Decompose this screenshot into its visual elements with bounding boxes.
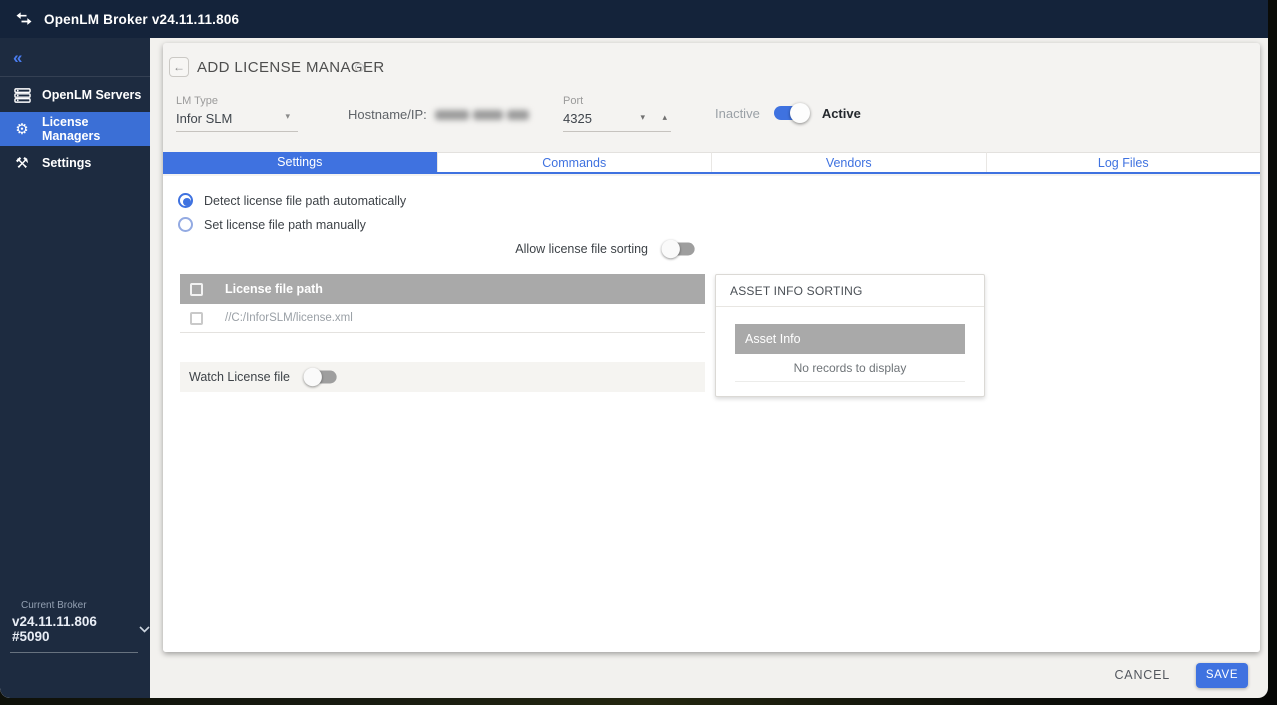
port-field[interactable]: Port 4325 ▾ ▴ — [563, 95, 671, 126]
lm-type-label: LM Type — [176, 95, 296, 107]
allow-sorting-row: Allow license file sorting — [163, 239, 710, 259]
chevron-down-icon[interactable] — [139, 620, 150, 638]
port-label: Port — [563, 95, 671, 107]
asset-info-header: Asset Info — [735, 324, 965, 354]
asset-info-sorting-panel: ASSET INFO SORTING Asset Info No records… — [715, 274, 985, 397]
lm-type-underline — [176, 131, 298, 132]
license-path-column-header: License file path — [225, 282, 323, 296]
port-value: 4325 — [563, 111, 671, 126]
topbar: OpenLM Broker v24.11.11.806 — [0, 0, 1268, 38]
watch-license-label: Watch License file — [189, 370, 290, 384]
add-license-manager-card: ← ADD LICENSE MANAGER LM Type Infor SLM … — [163, 43, 1260, 652]
status-toggle-group: Inactive Active — [715, 103, 861, 123]
port-increment-icon[interactable]: ▴ — [662, 112, 667, 123]
license-table-header: License file path — [180, 274, 705, 304]
dropdown-arrow-icon[interactable]: ▾ — [285, 111, 290, 122]
hostname-label: Hostname/IP: — [348, 107, 427, 122]
footer-actions: CANCEL SAVE — [150, 652, 1268, 698]
toggle-knob — [304, 368, 322, 386]
tab-settings[interactable]: Settings — [163, 152, 437, 172]
table-row[interactable]: //C:/InforSLM/license.xml — [180, 304, 705, 333]
radio-label: Set license file path manually — [204, 218, 366, 232]
license-file-path: //C:/InforSLM/license.xml — [225, 312, 353, 324]
select-all-checkbox[interactable] — [190, 283, 203, 296]
tab-log-files[interactable]: Log Files — [986, 152, 1261, 172]
current-broker-label: Current Broker — [21, 600, 150, 611]
card-header: ← ADD LICENSE MANAGER LM Type Infor SLM … — [163, 43, 1260, 152]
app-window: OpenLM Broker v24.11.11.806 « OpenLM — [0, 0, 1268, 698]
asset-panel-title: ASSET INFO SORTING — [716, 275, 984, 306]
lm-type-field[interactable]: LM Type Infor SLM ▾ — [176, 95, 296, 126]
asset-info-column-header: Asset Info — [745, 332, 801, 346]
asset-info-empty-message: No records to display — [735, 354, 965, 382]
license-file-table: License file path //C:/InforSLM/license.… — [180, 274, 705, 333]
sidebar-item-label: OpenLM Servers — [42, 88, 141, 102]
port-decrement-icon[interactable]: ▾ — [640, 112, 645, 123]
sidebar-collapse-icon[interactable]: « — [13, 48, 22, 68]
save-button[interactable]: SAVE — [1196, 663, 1248, 688]
sidebar-divider — [0, 76, 150, 77]
desktop-wallpaper: OpenLM Broker v24.11.11.806 « OpenLM — [0, 0, 1277, 705]
tab-vendors[interactable]: Vendors — [711, 152, 986, 172]
radio-set-manually[interactable]: Set license file path manually — [178, 217, 366, 232]
toggle-knob — [790, 103, 810, 123]
port-underline — [563, 131, 671, 132]
watch-license-toggle[interactable] — [305, 368, 336, 386]
broker-underline — [10, 652, 138, 653]
radio-detect-automatically[interactable]: Detect license file path automatically — [178, 193, 406, 208]
sidebar: « OpenLM Servers ⚙ Li — [0, 38, 150, 698]
openlm-logo-icon — [14, 9, 34, 29]
hostname-value-redacted — [435, 110, 529, 120]
toggle-knob — [662, 240, 680, 258]
sidebar-item-label: Settings — [42, 156, 91, 170]
allow-sorting-label: Allow license file sorting — [515, 242, 648, 256]
radio-label: Detect license file path automatically — [204, 194, 406, 208]
active-toggle[interactable] — [774, 103, 808, 123]
watch-license-row: Watch License file — [180, 362, 705, 392]
radio-unchecked-icon[interactable] — [178, 217, 193, 232]
cancel-button[interactable]: CANCEL — [1114, 668, 1170, 682]
allow-sorting-toggle[interactable] — [663, 240, 694, 258]
active-label: Active — [822, 106, 861, 121]
settings-tab-content: Detect license file path automatically S… — [163, 176, 1260, 652]
sidebar-item-license-managers[interactable]: ⚙ License Managers — [0, 112, 150, 146]
servers-icon — [13, 86, 31, 104]
tab-bar: Settings Commands Vendors Log Files — [163, 152, 1260, 174]
asset-info-table: Asset Info No records to display — [735, 324, 965, 382]
info-circle-icon — [355, 63, 364, 72]
current-broker-value: v24.11.11.806 #5090 — [12, 614, 127, 644]
app-title: OpenLM Broker v24.11.11.806 — [44, 12, 239, 27]
current-broker-section: Current Broker v24.11.11.806 #5090 — [0, 600, 150, 653]
sidebar-nav: OpenLM Servers ⚙ License Managers ⚒ Sett… — [0, 78, 150, 180]
inactive-label: Inactive — [715, 106, 760, 121]
tab-commands[interactable]: Commands — [437, 152, 712, 172]
back-button[interactable]: ← — [169, 57, 189, 77]
tools-icon: ⚒ — [13, 154, 31, 172]
sidebar-item-label: License Managers — [42, 115, 150, 143]
hostname-field[interactable]: Hostname/IP: — [348, 107, 529, 122]
gear-icon: ⚙ — [13, 120, 31, 138]
lm-type-value: Infor SLM — [176, 111, 296, 126]
asset-panel-divider — [716, 306, 984, 307]
sidebar-item-openlm-servers[interactable]: OpenLM Servers — [0, 78, 150, 112]
row-checkbox[interactable] — [190, 312, 203, 325]
sidebar-item-settings[interactable]: ⚒ Settings — [0, 146, 150, 180]
radio-checked-icon[interactable] — [178, 193, 193, 208]
